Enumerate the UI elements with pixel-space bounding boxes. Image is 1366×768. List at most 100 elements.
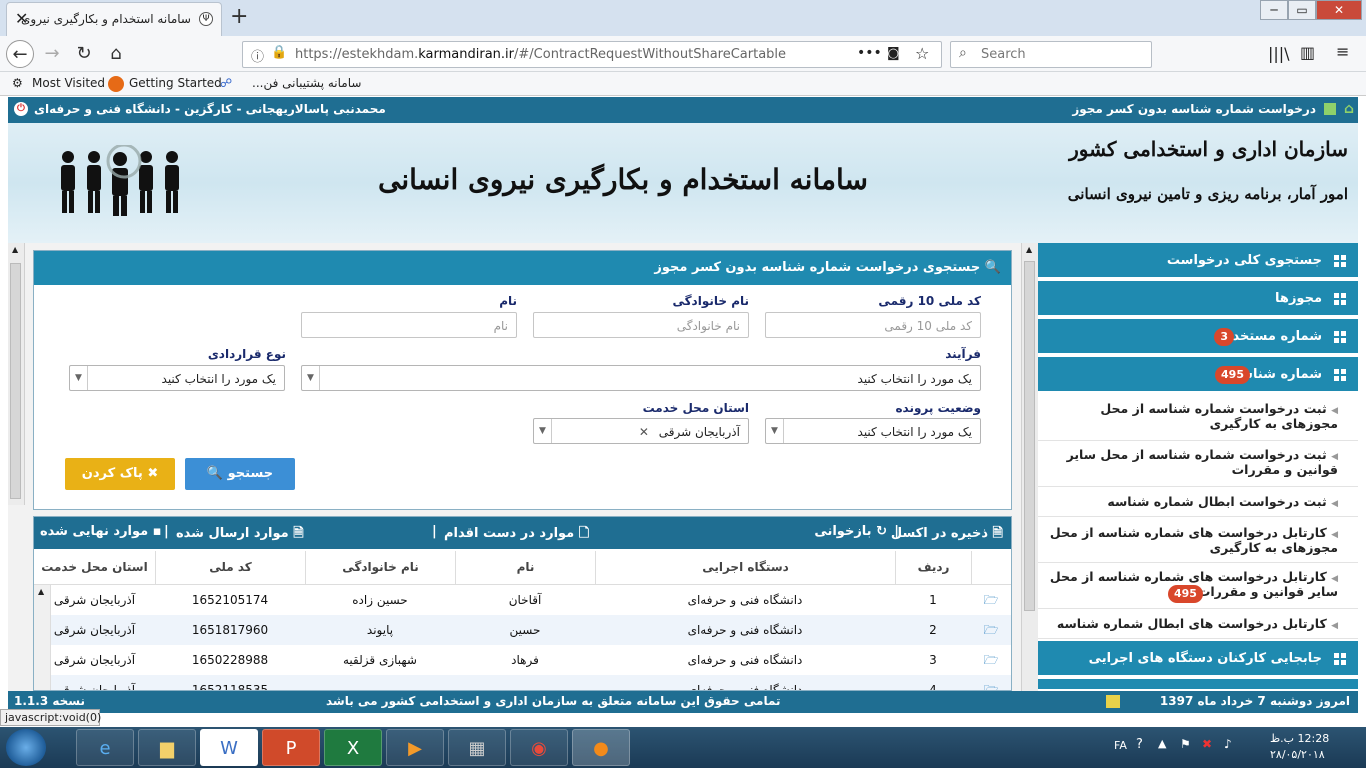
site-favicon-icon: Ψ — [199, 12, 213, 26]
family-name-input[interactable]: نام خانوادگی — [533, 312, 749, 338]
sidebar-toggle-icon[interactable]: ▥ — [1300, 43, 1315, 62]
logout-icon[interactable]: ⏻ — [14, 102, 28, 116]
col-province[interactable]: استان محل خدمت — [34, 551, 155, 585]
sent-filter[interactable]: 🗎 موارد ارسال شده — [176, 524, 304, 546]
refresh-button[interactable]: ↻ بازخوانی — [814, 524, 887, 539]
minimize-button[interactable]: ─ — [1260, 0, 1288, 20]
language-indicator[interactable]: FA — [1114, 739, 1127, 752]
sidebar-subitem[interactable]: ◀ ثبت درخواست شماره شناسه از محل مجوزهای… — [1038, 395, 1358, 441]
version: نسخه 1.1.3 — [14, 694, 85, 708]
col-family[interactable]: نام خانوادگی — [305, 551, 455, 585]
firefox-icon[interactable]: ● — [572, 729, 630, 766]
content-scrollbar[interactable]: ▲ — [1021, 243, 1038, 691]
grid-scrollbar[interactable]: ▲ — [34, 585, 51, 690]
open-folder-icon[interactable]: 🗁 — [971, 585, 1011, 615]
province-select[interactable]: ▼ آذربایجان شرقی ✕ — [533, 418, 749, 444]
sidebar-subitem[interactable]: ◀ کارتابل درخواست های شماره شناسه از محل… — [1038, 563, 1358, 609]
final-filter[interactable]: ▪ موارد نهایی شده — [40, 524, 162, 539]
search-input[interactable]: ⌕ Search — [950, 41, 1152, 68]
info-icon[interactable]: ⓘ — [251, 46, 264, 65]
sidebar-subitem[interactable]: ◀ ثبت درخواست ابطال شماره شناسه — [1038, 487, 1358, 517]
sidebar-item-general-search[interactable]: جستجوی کلی درخواست — [1038, 243, 1358, 279]
people-search-logo-icon — [61, 145, 179, 216]
page-actions-icon[interactable]: ••• — [857, 45, 882, 61]
volume-icon[interactable]: ♪ — [1224, 737, 1232, 751]
home-icon[interactable]: ⌂ — [1344, 101, 1354, 117]
clock-time[interactable]: 12:28 ب.ظ — [1270, 732, 1329, 745]
word-icon[interactable]: W — [200, 729, 258, 766]
grid-body: 🗁 1 دانشگاه فنی و حرفه‌ای آقاخان حسین زاده 16… — [34, 585, 1011, 690]
bookmark-star-icon[interactable]: ☆ — [915, 44, 929, 63]
new-tab-button[interactable]: + — [230, 4, 248, 29]
bookmark-getting-started[interactable]: Getting Started — [129, 76, 222, 90]
sidebar-item-id-number[interactable]: شماره شناسه 495 — [1038, 357, 1358, 393]
close-icon: ✖ — [147, 466, 159, 481]
file-status-select[interactable]: ▼ یک مورد را انتخاب کنید — [765, 418, 981, 444]
browser-tab[interactable]: Ψ سامانه استخدام و بکارگیری نیروی ✕ — [6, 2, 222, 36]
start-button[interactable] — [6, 729, 46, 766]
media-player-icon[interactable]: ▶ — [386, 729, 444, 766]
back-arrow-icon[interactable]: ← — [6, 40, 34, 68]
search-icon: ⌕ — [959, 45, 967, 61]
calculator-icon[interactable]: ▦ — [448, 729, 506, 766]
excel-icon[interactable]: X — [324, 729, 382, 766]
network-icon[interactable]: ✖ — [1202, 737, 1212, 751]
col-national-code[interactable]: کد ملی — [155, 551, 305, 585]
ie-icon[interactable]: e — [76, 729, 134, 766]
sidebar-item-transfer[interactable]: جابجایی کارکنان دستگاه های اجرایی — [1038, 641, 1358, 677]
sidebar-subitem-label: کارتابل درخواست های ابطال شماره شناسه — [1056, 616, 1327, 631]
open-folder-icon[interactable]: 🗁 — [971, 615, 1011, 645]
scroll-thumb[interactable] — [10, 263, 21, 499]
table-row[interactable]: 🗁 3 دانشگاه فنی و حرفه‌ای فرهاد شهبازی قزلقی… — [34, 645, 1011, 675]
bookmark-most-visited[interactable]: Most Visited — [32, 76, 105, 90]
library-icon[interactable]: |||\ — [1268, 44, 1290, 63]
sidebar-subitem[interactable]: ◀ ثبت درخواست شماره شناسه از محل سایر قو… — [1038, 441, 1358, 487]
user-info: محمدنبی پاسالاریهجانی - کارگزین - دانشگا… — [34, 102, 386, 116]
sidebar-subitem[interactable]: ◀ کارتابل درخواست های ابطال شماره شناسه — [1038, 609, 1358, 639]
sidebar-item-employee-number[interactable]: شماره مستخدم 3 — [1038, 319, 1358, 355]
open-folder-icon[interactable]: 🗁 — [971, 675, 1011, 690]
in-progress-filter[interactable]: 🗋 موارد در دست اقدام — [444, 524, 589, 546]
col-name[interactable]: نام — [455, 551, 595, 585]
left-scrollbar[interactable]: ▲ — [8, 243, 25, 505]
sidebar-item-permits[interactable]: مجوزها — [1038, 281, 1358, 317]
menu-icon[interactable]: ≡ — [1336, 42, 1349, 61]
notification-icon[interactable]: ⚑ — [1180, 737, 1191, 751]
excel-export-button[interactable]: 🗎 ذخیره در اکسل — [891, 524, 1003, 546]
bookmarks-bar: ⚙ Most Visited Getting Started ☍ سامانه … — [0, 72, 1366, 96]
pocket-icon[interactable]: ◙ — [887, 46, 900, 61]
contract-type-select[interactable]: ▼ یک مورد را انتخاب کنید — [69, 365, 285, 391]
table-row[interactable]: 🗁 4 دانشگاه فنی و حرفه‌ای 1652118535 آذربایج… — [34, 675, 1011, 690]
sidebar-subitem[interactable]: ◀ کارتابل درخواست های شماره شناسه از محل… — [1038, 517, 1358, 563]
maximize-button[interactable]: ▭ — [1288, 0, 1316, 20]
chevron-down-icon: ▼ — [534, 419, 552, 443]
show-hidden-icon[interactable]: ▲ — [1158, 737, 1166, 750]
open-folder-icon[interactable]: 🗁 — [971, 645, 1011, 675]
help-icon[interactable]: ? — [1136, 737, 1143, 752]
bookmark-support[interactable]: سامانه پشتیبانی فن... — [252, 76, 361, 90]
col-row[interactable]: ردیف — [895, 551, 971, 585]
powerpoint-icon[interactable]: P — [262, 729, 320, 766]
reload-icon[interactable]: ↻ — [70, 40, 98, 68]
explorer-icon[interactable]: ▆ — [138, 729, 196, 766]
url-bar[interactable]: ⓘ 🔒 https://estekhdam.karmandiran.ir/#/C… — [242, 41, 942, 68]
forward-arrow-icon[interactable]: → — [38, 40, 66, 68]
national-code-input[interactable]: کد ملی 10 رقمی — [765, 312, 981, 338]
first-name-input[interactable]: نام — [301, 312, 517, 338]
process-select[interactable]: ▼ یک مورد را انتخاب کنید — [301, 365, 981, 391]
close-tab-icon[interactable]: ✕ — [15, 9, 28, 28]
table-row[interactable]: 🗁 2 دانشگاه فنی و حرفه‌ای حسین پایوند 1651817… — [34, 615, 1011, 645]
close-window-button[interactable]: ✕ — [1316, 0, 1362, 20]
chrome-icon[interactable]: ◉ — [510, 729, 568, 766]
scroll-thumb[interactable] — [1024, 261, 1035, 611]
refresh-label: بازخوانی — [814, 524, 872, 539]
clock-date[interactable]: ۲۸/۰۵/۲۰۱۸ — [1270, 748, 1325, 761]
table-cell: 3 — [929, 653, 937, 667]
table-row[interactable]: 🗁 1 دانشگاه فنی و حرفه‌ای آقاخان حسین زاده 16… — [34, 585, 1011, 615]
home-icon[interactable]: ⌂ — [102, 40, 130, 68]
table-cell: فرهاد — [511, 653, 539, 667]
col-agency[interactable]: دستگاه اجرایی — [595, 551, 895, 585]
clear-selection-icon[interactable]: ✕ — [639, 425, 649, 439]
clear-button[interactable]: پاک کردن ✖ — [65, 458, 175, 490]
search-button[interactable]: 🔍 جستجو — [185, 458, 295, 490]
